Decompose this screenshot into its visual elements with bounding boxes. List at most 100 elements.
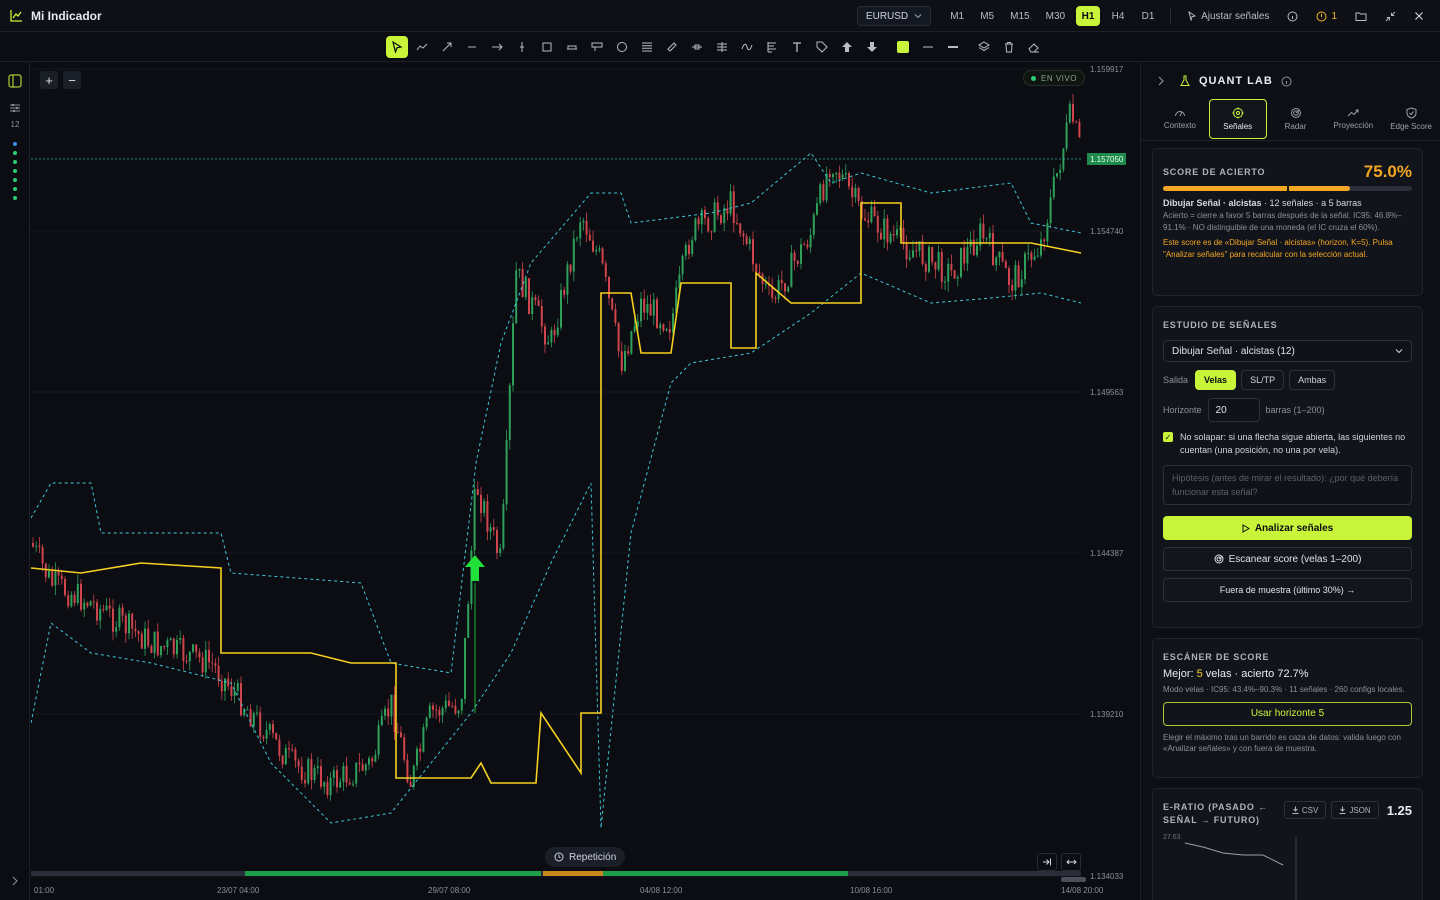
fit-width-button[interactable] — [1061, 853, 1081, 871]
zoom-in-button[interactable]: + — [40, 71, 58, 89]
toggle-sidebar-icon[interactable] — [8, 74, 22, 91]
arrow-down-tool-icon[interactable] — [861, 36, 883, 58]
info-icon[interactable] — [1281, 76, 1292, 87]
out-of-sample-button[interactable]: Fuera de muestra (último 30%) → — [1163, 578, 1412, 602]
output-velas-button[interactable]: Velas — [1195, 370, 1237, 390]
close-window-button[interactable] — [1408, 6, 1430, 26]
signal-select[interactable]: Dibujar Señal · alcistas (12) — [1163, 340, 1412, 362]
candle-body — [368, 758, 370, 765]
tab-proyeccion[interactable]: Proyección — [1324, 99, 1382, 139]
trash-icon[interactable] — [998, 36, 1020, 58]
export-csv-button[interactable]: CSV — [1283, 801, 1327, 819]
candle-body — [464, 637, 466, 699]
timeframe-m15[interactable]: M15 — [1005, 6, 1034, 26]
channel-tool-icon[interactable] — [711, 36, 733, 58]
scroll-to-end-button[interactable] — [1037, 853, 1057, 871]
tab-radar[interactable]: Radar — [1267, 99, 1325, 139]
target-icon — [1232, 107, 1244, 119]
horizontal-line-tool-icon[interactable] — [461, 36, 483, 58]
zoom-out-button[interactable]: − — [63, 71, 81, 89]
info-button[interactable] — [1281, 6, 1304, 26]
expand-chevron-icon[interactable] — [11, 876, 19, 889]
align-lines-tool-icon[interactable] — [761, 36, 783, 58]
fib-lines-tool-icon[interactable] — [636, 36, 658, 58]
layers-icon[interactable] — [973, 36, 995, 58]
output-sltp-button[interactable]: SL/TP — [1241, 370, 1285, 390]
ray-tool-icon[interactable] — [486, 36, 508, 58]
candle-body — [166, 640, 169, 648]
text-tool-icon[interactable] — [786, 36, 808, 58]
range-tool-icon[interactable] — [561, 36, 583, 58]
no-overlap-checkbox[interactable]: ✓ — [1163, 432, 1173, 442]
hypothesis-input[interactable]: Hipótesis (antes de mirar el resultado):… — [1163, 465, 1412, 505]
scanner-warning: Elegir el máximo tras un barrido es caza… — [1163, 732, 1401, 754]
callout-tool-icon[interactable] — [586, 36, 608, 58]
timeframe-m1[interactable]: M1 — [945, 6, 969, 26]
candle-body — [348, 782, 351, 785]
indicator-dot[interactable] — [13, 142, 17, 146]
price-chart[interactable] — [31, 63, 1139, 900]
timeframe-m5[interactable]: M5 — [975, 6, 999, 26]
candle-body — [892, 233, 895, 236]
adjust-signals-button[interactable]: Ajustar señales — [1181, 6, 1275, 26]
indicator-dot[interactable] — [13, 151, 17, 155]
arrow-up-tool-icon[interactable] — [836, 36, 858, 58]
tab-contexto[interactable]: Contexto — [1151, 99, 1209, 139]
candle-body — [684, 244, 687, 256]
candle-body — [144, 628, 146, 649]
symbol-selector[interactable]: EURUSD — [856, 6, 932, 26]
buy-signal-arrow-icon — [465, 555, 485, 581]
circle-tool-icon[interactable] — [611, 36, 633, 58]
indicators-icon[interactable] — [9, 102, 21, 117]
tab-edge-score[interactable]: Edge Score — [1382, 99, 1440, 139]
line-width-thick-icon[interactable] — [942, 36, 964, 58]
chart-area[interactable]: + − EN VIVO Repetición 1.159917 1.154740… — [31, 63, 1139, 900]
horizon-input[interactable]: 20 — [1207, 398, 1260, 422]
price-level-tool-icon[interactable] — [686, 36, 708, 58]
candle-body — [816, 203, 818, 215]
wave-tool-icon[interactable] — [736, 36, 758, 58]
timeframe-d1[interactable]: D1 — [1136, 6, 1160, 26]
candle-body — [758, 271, 761, 275]
output-ambas-button[interactable]: Ambas — [1289, 370, 1336, 390]
pointer-tool-icon[interactable] — [386, 36, 408, 58]
indicator-dot[interactable] — [13, 187, 17, 191]
tab-senales[interactable]: Señales — [1208, 99, 1267, 139]
candle-body — [329, 777, 332, 796]
trend-path-tool-icon[interactable] — [411, 36, 433, 58]
indicator-dot[interactable] — [13, 160, 17, 164]
rectangle-tool-icon[interactable] — [536, 36, 558, 58]
use-horizon-button[interactable]: Usar horizonte 5 — [1163, 701, 1412, 726]
indicator-dot[interactable] — [13, 196, 17, 200]
indicator-dot[interactable] — [13, 169, 17, 173]
timeframe-h1[interactable]: H1 — [1076, 6, 1101, 26]
candle-body — [524, 278, 527, 298]
candle-body — [188, 651, 191, 662]
analyze-signals-button[interactable]: Analizar señales — [1163, 516, 1412, 540]
candle-body — [454, 705, 457, 714]
panel-header: QUANT LAB — [1141, 63, 1440, 99]
candle-body — [537, 300, 540, 306]
color-swatch-icon[interactable] — [892, 36, 914, 58]
alerts-button[interactable]: 1 — [1310, 6, 1343, 26]
candle-body — [512, 323, 514, 386]
tag-tool-icon[interactable] — [811, 36, 833, 58]
export-json-button[interactable]: JSON — [1331, 801, 1379, 819]
eratio-line — [1184, 842, 1284, 866]
timeframe-m30[interactable]: M30 — [1041, 6, 1070, 26]
indicator-dot[interactable] — [13, 178, 17, 182]
collapse-panel-chevron-icon[interactable] — [1157, 76, 1165, 86]
open-folder-button[interactable] — [1349, 6, 1373, 26]
line-width-thin-icon[interactable] — [917, 36, 939, 58]
timeframe-h4[interactable]: H4 — [1106, 6, 1130, 26]
candle-body — [57, 571, 60, 576]
minimize-window-button[interactable] — [1379, 6, 1402, 26]
eraser-icon[interactable] — [1023, 36, 1045, 58]
arrow-line-tool-icon[interactable] — [436, 36, 458, 58]
scan-score-button[interactable]: Escanear score (velas 1–200) — [1163, 547, 1412, 571]
replay-button[interactable]: Repetición — [545, 847, 626, 867]
vertical-line-tool-icon[interactable] — [511, 36, 533, 58]
candle-body — [32, 543, 34, 547]
measure-tool-icon[interactable] — [661, 36, 683, 58]
candle-body — [268, 724, 271, 731]
